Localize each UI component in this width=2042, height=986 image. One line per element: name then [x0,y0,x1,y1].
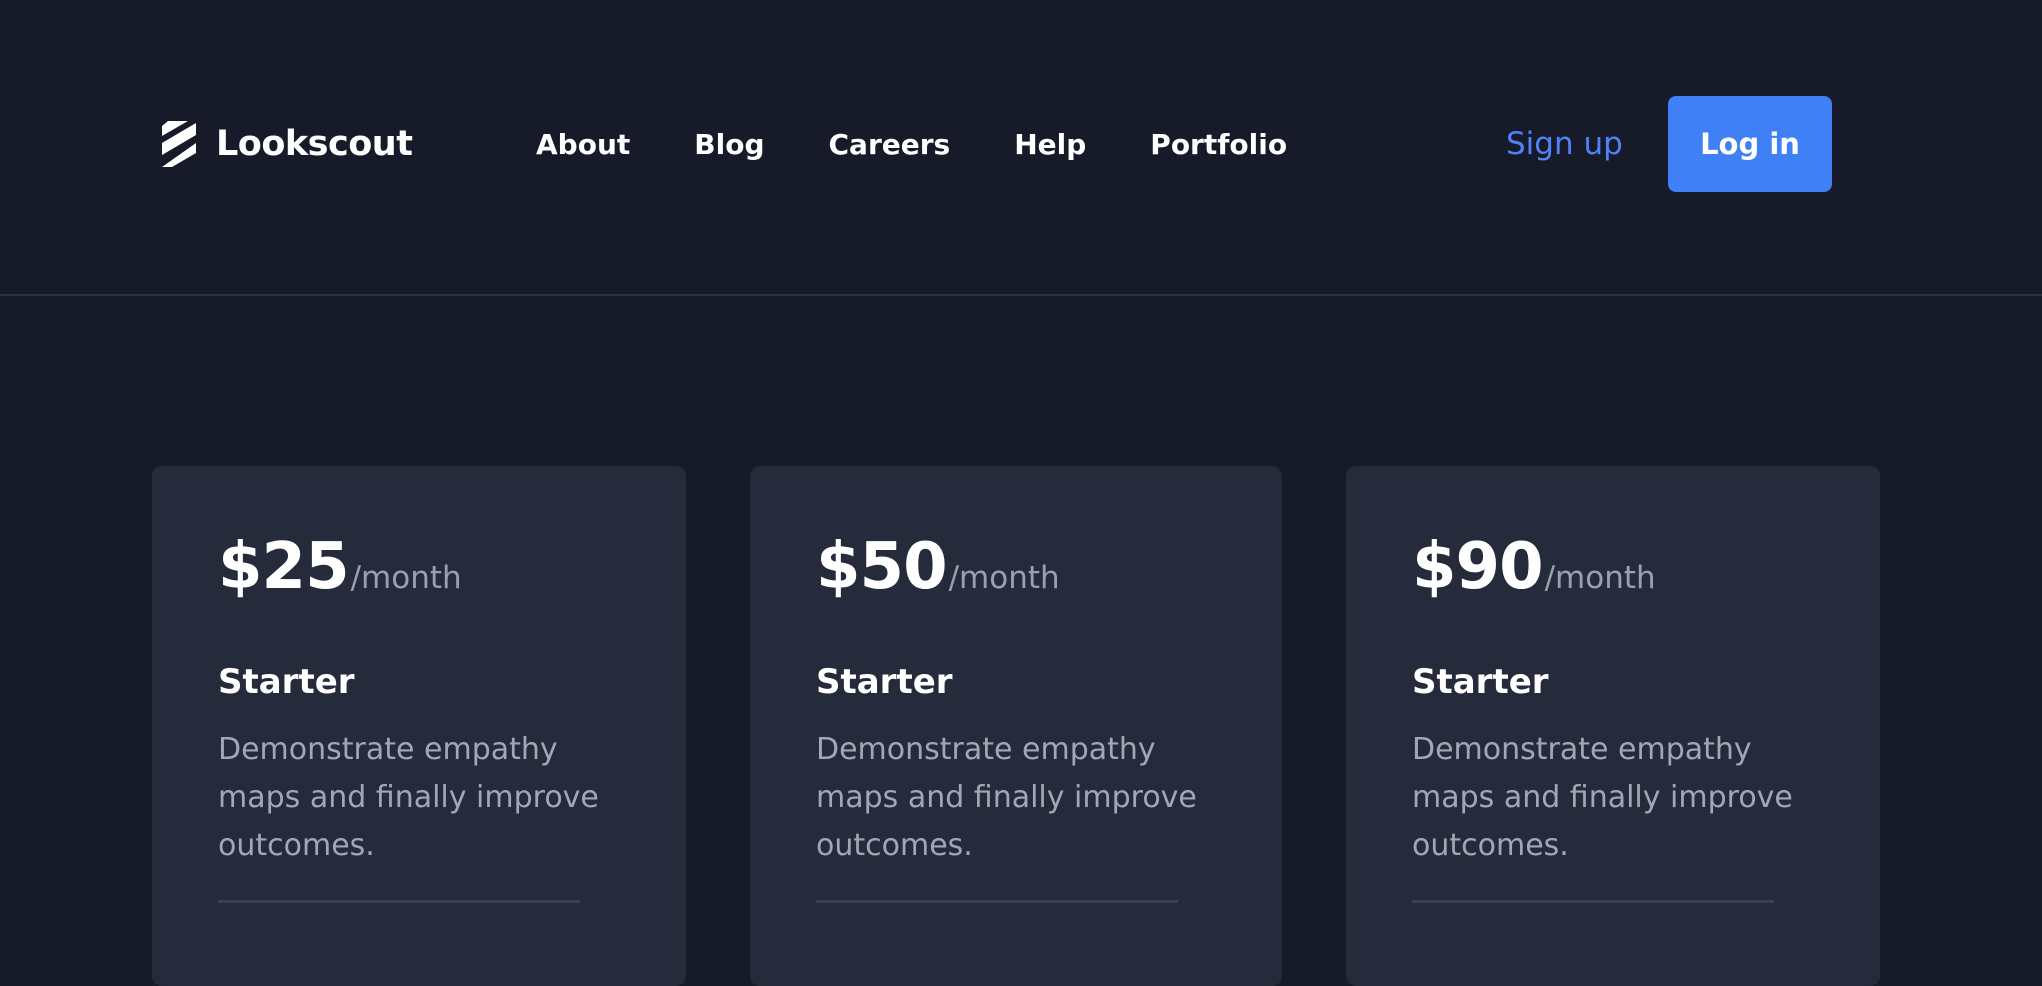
nav-link-portfolio[interactable]: Portfolio [1150,128,1287,161]
plan-description: Demonstrate empathy maps and finally imp… [218,732,599,863]
signup-link[interactable]: Sign up [1506,118,1623,170]
price-row: $25 /month [218,530,462,604]
main-nav: About Blog Careers Help Portfolio [536,118,1351,170]
price-amount: $50 [816,530,948,604]
pricing-card: $25 /month Starter Demonstrate empathy m… [152,466,686,986]
price-period: /month [948,560,1060,596]
nav-link-careers[interactable]: Careers [829,128,951,161]
nav-link-blog[interactable]: Blog [694,128,764,161]
plan-description: Demonstrate empathy maps and finally imp… [816,732,1197,863]
brand-logo[interactable]: Lookscout [158,118,413,170]
price-period: /month [1544,560,1656,596]
plan-description: Demonstrate empathy maps and finally imp… [1412,732,1793,863]
nav-link-help[interactable]: Help [1014,128,1086,161]
pricing-card: $90 /month Starter Demonstrate empathy m… [1346,466,1880,986]
price-amount: $90 [1412,530,1544,604]
price-period: /month [350,560,462,596]
nav-link-about[interactable]: About [536,128,630,161]
pricing-card: $50 /month Starter Demonstrate empathy m… [750,466,1282,986]
price-row: $90 /month [1412,530,1656,604]
brand-name: Lookscout [216,124,413,164]
card-divider [218,900,580,903]
plan-name: Starter [218,662,355,702]
login-button[interactable]: Log in [1668,96,1832,192]
diagonal-stripes-logo-icon [162,121,196,167]
card-divider [816,900,1178,903]
plan-name: Starter [1412,662,1549,702]
site-header: Lookscout About Blog Careers Help Portfo… [0,0,2042,296]
price-amount: $25 [218,530,350,604]
price-row: $50 /month [816,530,1060,604]
plan-name: Starter [816,662,953,702]
card-divider [1412,900,1774,903]
